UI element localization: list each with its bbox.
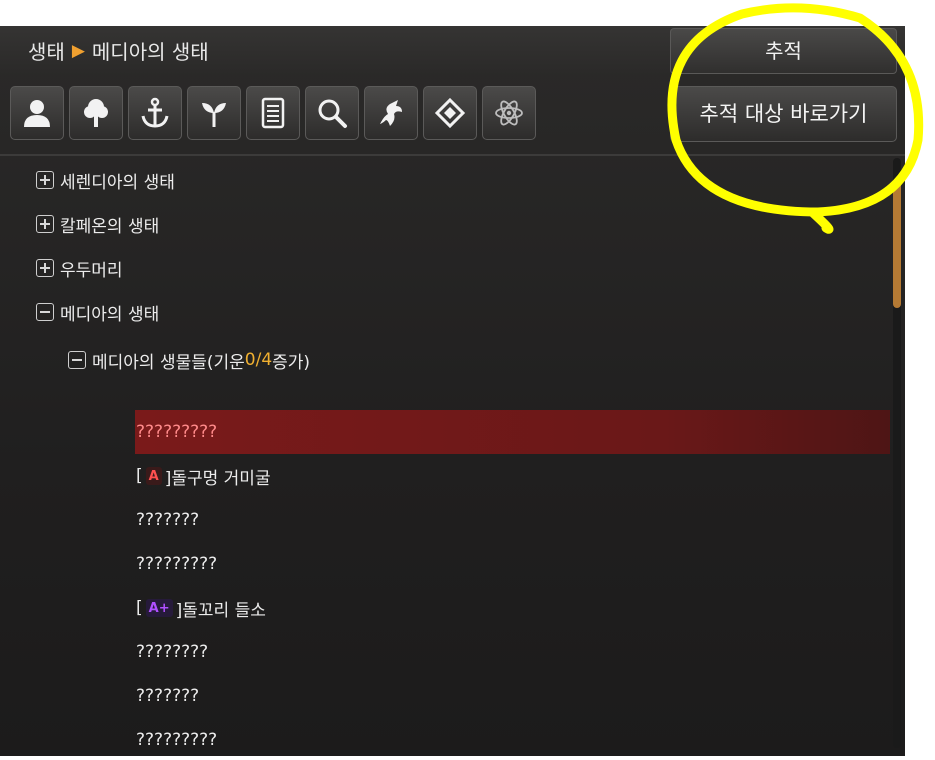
track-button[interactable]: 추적	[670, 28, 897, 74]
category-toolbar	[10, 86, 536, 140]
tree-section-serendia[interactable]: 세렌디아의 생태	[36, 160, 175, 200]
anchor-icon	[141, 97, 169, 128]
unknown-creature-label: ?????????	[136, 554, 218, 574]
tree-section-calpheon[interactable]: 칼페온의 생태	[36, 204, 159, 244]
bracket-open: [	[136, 598, 143, 618]
creature-label: ]돌구멍 거미굴	[164, 468, 271, 489]
dragon-icon	[380, 100, 402, 126]
divider	[0, 154, 905, 156]
grade-a-plus-badge: A+	[145, 599, 173, 617]
unknown-creature-label: ???????	[136, 510, 200, 530]
selected-row-highlight	[135, 410, 890, 454]
expand-plus-icon[interactable]	[36, 259, 54, 277]
category-button-tree[interactable]	[69, 86, 123, 140]
category-button-sprout[interactable]	[187, 86, 241, 140]
list-item[interactable]: [ A ]돌구멍 거미굴	[136, 456, 271, 496]
unknown-creature-label: ????????	[136, 642, 209, 662]
unknown-creature-label: ?????????	[136, 730, 218, 750]
tree-section-mediah[interactable]: 메디아의 생태	[36, 292, 159, 332]
category-button-book[interactable]	[246, 86, 300, 140]
subsection-label-suffix: 증가)	[272, 352, 311, 373]
tree-icon	[84, 99, 108, 127]
category-button-diamond[interactable]	[423, 86, 477, 140]
bracket-open: [	[136, 466, 143, 486]
chevron-right-icon: ▶	[71, 40, 85, 61]
category-button-anchor[interactable]	[128, 86, 182, 140]
list-item[interactable]: ????????	[136, 632, 208, 672]
person-icon	[24, 100, 50, 127]
magnifier-icon	[318, 99, 347, 128]
breadcrumb: 생태 ▶ 메디아의 생태	[28, 36, 209, 65]
breadcrumb-root[interactable]: 생태	[28, 36, 65, 65]
sprout-icon	[202, 103, 226, 127]
panel-header: 생태 ▶ 메디아의 생태 추적	[0, 26, 905, 76]
tree-section-bosses[interactable]: 우두머리	[36, 248, 123, 288]
collapse-minus-icon[interactable]	[36, 303, 54, 321]
tree-section-label: 메디아의 생태	[60, 304, 160, 325]
collapse-minus-icon[interactable]	[68, 351, 86, 369]
list-item[interactable]: ?????????	[136, 544, 217, 584]
tree-section-label: 칼페온의 생태	[60, 216, 160, 237]
category-button-atom[interactable]	[482, 86, 536, 140]
list-item[interactable]: [ A+ ]돌꼬리 들소	[136, 588, 266, 628]
category-button-person[interactable]	[10, 86, 64, 140]
category-button-dragon[interactable]	[364, 86, 418, 140]
breadcrumb-current: 메디아의 생태	[91, 40, 209, 64]
subsection-label-prefix: 메디아의 생물들(기운	[92, 352, 245, 373]
expand-plus-icon[interactable]	[36, 171, 54, 189]
goto-track-target-button[interactable]: 추적 대상 바로가기	[670, 86, 897, 142]
tree-section-label: 세렌디아의 생태	[60, 172, 175, 193]
category-button-search[interactable]	[305, 86, 359, 140]
unknown-creature-label: ?????????	[136, 422, 218, 442]
creature-label: ]돌꼬리 들소	[175, 600, 266, 621]
grade-a-badge: A	[145, 467, 162, 485]
diamond-icon	[434, 97, 466, 129]
expand-plus-icon[interactable]	[36, 215, 54, 233]
scrollbar[interactable]	[893, 158, 901, 748]
list-item[interactable]: ?????????	[136, 412, 217, 452]
unknown-creature-label: ???????	[136, 686, 200, 706]
list-item[interactable]: ???????	[136, 676, 199, 716]
tree-section-label: 우두머리	[60, 260, 123, 281]
knowledge-progress: 0/4	[244, 350, 273, 370]
tree-subsection-mediah-creatures[interactable]: 메디아의 생물들(기운 0/4 증가)	[68, 340, 310, 380]
atom-icon	[495, 100, 523, 126]
list-item[interactable]: ?????????	[136, 720, 217, 760]
ecology-panel: 생태 ▶ 메디아의 생태 추적 추적 대상 바로가기 세렌디아의 생태 칼페온의…	[0, 26, 905, 756]
scrollbar-thumb[interactable]	[893, 180, 901, 308]
book-icon	[261, 97, 285, 129]
list-item[interactable]: ???????	[136, 500, 199, 540]
